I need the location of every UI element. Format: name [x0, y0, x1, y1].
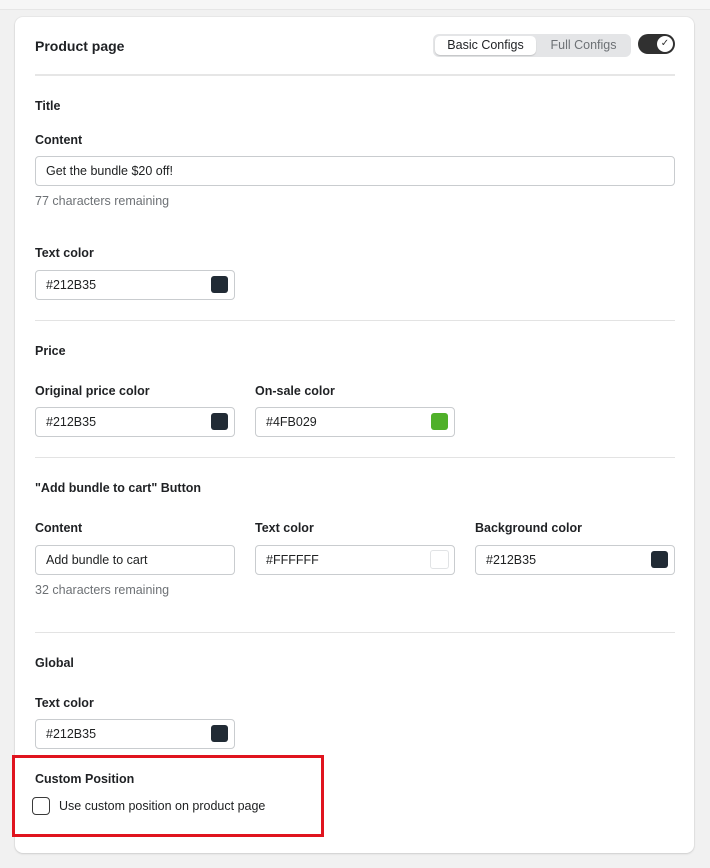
tab-full-configs[interactable]: Full Configs [538, 36, 629, 55]
section-title-title: Title [35, 99, 61, 113]
product-page-card: Product page Basic Configs Full Configs … [15, 17, 694, 853]
title-text-color-label: Text color [35, 246, 94, 260]
button-text-color-value: #FFFFFF [266, 553, 319, 567]
button-content-input[interactable]: Add bundle to cart [35, 545, 235, 575]
button-content-label: Content [35, 521, 83, 535]
original-price-color-swatch[interactable] [211, 413, 228, 430]
button-content-help: 32 characters remaining [35, 583, 170, 597]
card-title: Product page [35, 38, 125, 54]
original-price-color-value: #212B35 [46, 415, 97, 429]
section-title-global: Global [35, 656, 74, 670]
enable-toggle[interactable]: ✓ [638, 34, 675, 54]
on-sale-color-input[interactable]: #4FB029 [255, 407, 455, 437]
title-content-input[interactable]: Get the bundle $20 off! [35, 156, 675, 186]
button-bg-color-input[interactable]: #212B35 [475, 545, 675, 575]
global-text-color-input[interactable]: #212B35 [35, 719, 235, 749]
on-sale-color-swatch[interactable] [431, 413, 448, 430]
section-title-custom-position: Custom Position [35, 772, 135, 786]
title-text-color-value: #212B35 [46, 278, 97, 292]
button-bg-color-swatch[interactable] [651, 551, 668, 568]
original-price-color-input[interactable]: #212B35 [35, 407, 235, 437]
on-sale-color-value: #4FB029 [266, 415, 317, 429]
global-text-color-swatch[interactable] [211, 725, 228, 742]
config-mode-segmented-control: Basic Configs Full Configs [433, 34, 631, 57]
divider [35, 632, 675, 633]
top-bar [0, 0, 710, 10]
button-bg-color-value: #212B35 [486, 553, 537, 567]
button-text-color-label: Text color [255, 521, 314, 535]
divider [35, 457, 675, 458]
button-text-color-input[interactable]: #FFFFFF [255, 545, 455, 575]
title-text-color-input[interactable]: #212B35 [35, 270, 235, 300]
on-sale-color-label: On-sale color [255, 384, 335, 398]
global-text-color-value: #212B35 [46, 727, 97, 741]
check-icon: ✓ [657, 36, 673, 52]
button-content-value: Add bundle to cart [46, 553, 148, 567]
global-text-color-label: Text color [35, 696, 94, 710]
title-text-color-swatch[interactable] [211, 276, 228, 293]
original-price-color-label: Original price color [35, 384, 150, 398]
tab-basic-configs[interactable]: Basic Configs [435, 36, 536, 55]
title-content-label: Content [35, 133, 83, 147]
section-title-add-bundle-button: "Add bundle to cart" Button [35, 481, 201, 495]
title-content-value: Get the bundle $20 off! [46, 164, 173, 178]
button-text-color-swatch[interactable] [430, 550, 449, 569]
header-divider [35, 74, 675, 76]
button-bg-color-label: Background color [475, 521, 582, 535]
section-title-price: Price [35, 344, 66, 358]
custom-position-checkbox-label[interactable]: Use custom position on product page [59, 799, 265, 813]
divider [35, 320, 675, 321]
custom-position-checkbox[interactable] [32, 797, 50, 815]
title-content-help: 77 characters remaining [35, 194, 170, 208]
